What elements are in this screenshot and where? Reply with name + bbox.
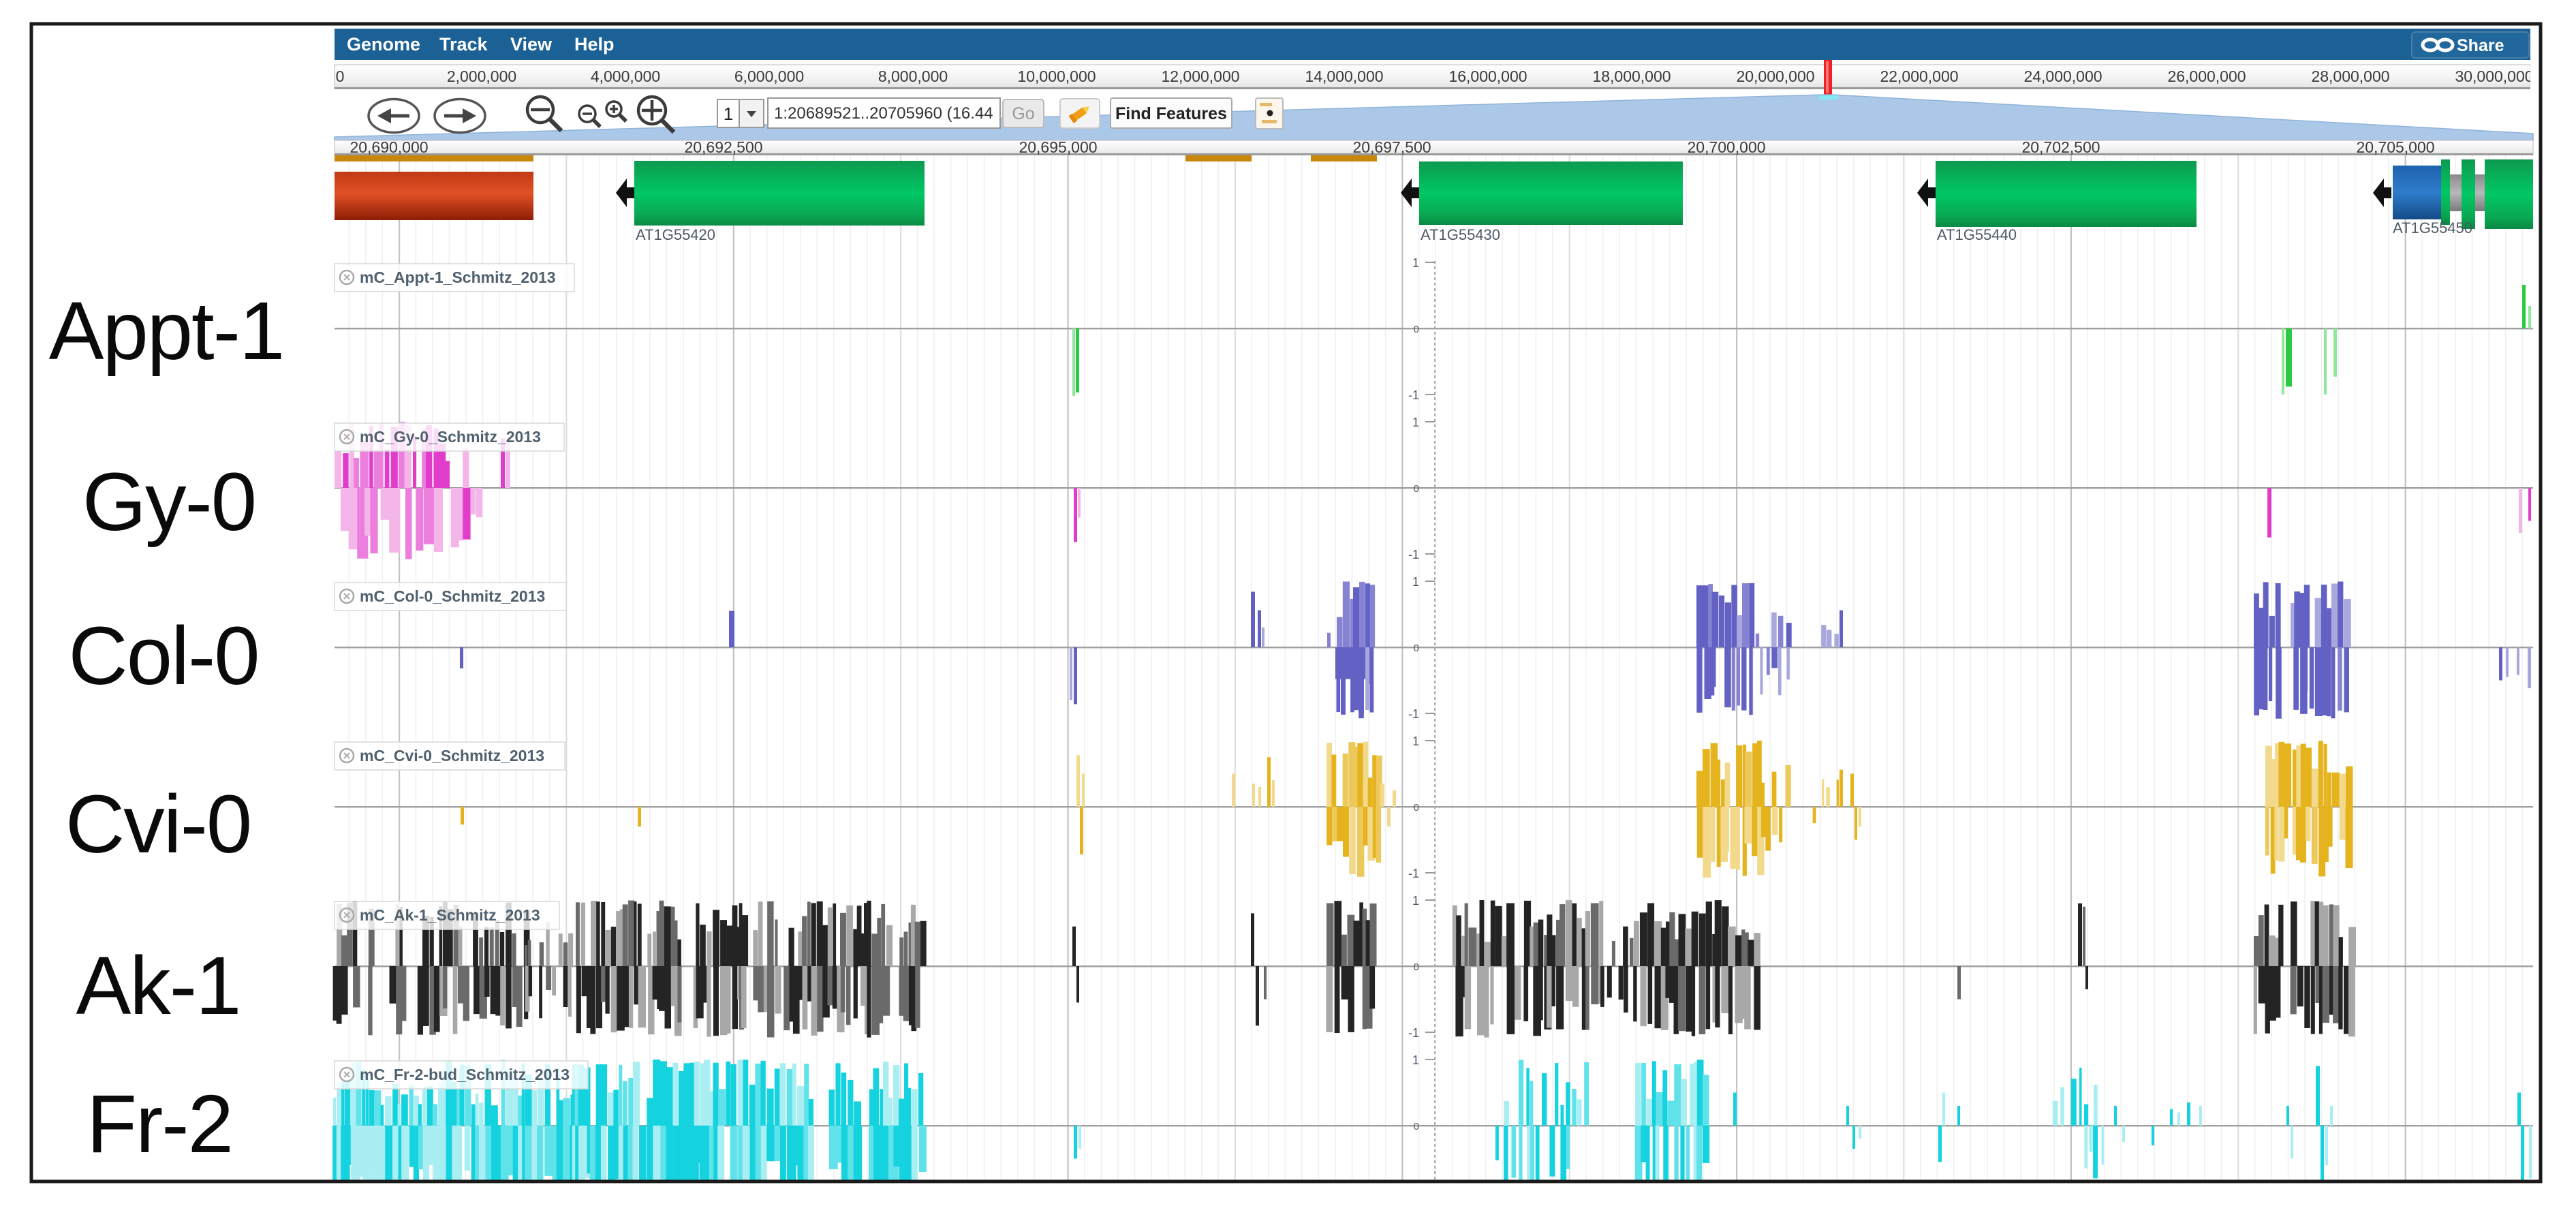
svg-text:AT1G55420: AT1G55420 bbox=[636, 226, 715, 243]
svg-text:10,000,000: 10,000,000 bbox=[1017, 67, 1096, 85]
svg-text:8,000,000: 8,000,000 bbox=[878, 67, 948, 85]
svg-text:Appt-1: Appt-1 bbox=[49, 284, 284, 377]
svg-text:-1: -1 bbox=[1408, 548, 1419, 561]
svg-text:Track: Track bbox=[439, 34, 488, 55]
svg-text:0: 0 bbox=[1414, 643, 1419, 654]
svg-text:Share: Share bbox=[2457, 36, 2504, 55]
svg-text:Col-0: Col-0 bbox=[68, 609, 258, 702]
svg-text:Ak-1: Ak-1 bbox=[76, 939, 240, 1032]
svg-text:mC_Appt-1_Schmitz_2013: mC_Appt-1_Schmitz_2013 bbox=[360, 268, 556, 286]
svg-text:20,697,500: 20,697,500 bbox=[1352, 138, 1431, 156]
svg-text:1: 1 bbox=[724, 104, 733, 124]
svg-text:Fr-2: Fr-2 bbox=[87, 1077, 232, 1170]
svg-text:20,702,500: 20,702,500 bbox=[2021, 138, 2100, 156]
svg-text:22,000,000: 22,000,000 bbox=[1880, 67, 1958, 85]
svg-text:28,000,000: 28,000,000 bbox=[2311, 67, 2389, 85]
svg-text:24,000,000: 24,000,000 bbox=[2023, 67, 2102, 85]
svg-text:mC_Col-0_Schmitz_2013: mC_Col-0_Schmitz_2013 bbox=[360, 587, 545, 605]
svg-text:-1: -1 bbox=[1408, 388, 1419, 402]
svg-text:1: 1 bbox=[1412, 256, 1419, 270]
svg-text:14,000,000: 14,000,000 bbox=[1305, 67, 1383, 85]
svg-text:Genome: Genome bbox=[347, 34, 420, 55]
svg-text:20,000,000: 20,000,000 bbox=[1736, 67, 1814, 85]
svg-text:AT1G55440: AT1G55440 bbox=[1937, 226, 2017, 243]
svg-text:AT1G55430: AT1G55430 bbox=[1421, 226, 1500, 243]
svg-text:6,000,000: 6,000,000 bbox=[734, 67, 804, 85]
svg-text:0: 0 bbox=[1414, 961, 1419, 973]
svg-text:16,000,000: 16,000,000 bbox=[1448, 67, 1527, 85]
svg-text:2,000,000: 2,000,000 bbox=[447, 67, 516, 85]
svg-text:0: 0 bbox=[1414, 802, 1419, 814]
svg-text:26,000,000: 26,000,000 bbox=[2167, 67, 2246, 85]
svg-text:Find Features: Find Features bbox=[1115, 104, 1227, 123]
svg-text:20,692,500: 20,692,500 bbox=[684, 138, 762, 156]
svg-text:20,690,000: 20,690,000 bbox=[350, 138, 428, 156]
svg-text:AT1G55450: AT1G55450 bbox=[2393, 219, 2472, 236]
svg-text:mC_Gy-0_Schmitz_2013: mC_Gy-0_Schmitz_2013 bbox=[360, 428, 541, 446]
svg-text:Go: Go bbox=[1012, 104, 1034, 123]
svg-text:0: 0 bbox=[336, 67, 345, 85]
svg-text:-1: -1 bbox=[1408, 707, 1419, 721]
svg-text:Gy-0: Gy-0 bbox=[82, 455, 255, 548]
svg-text:20,695,000: 20,695,000 bbox=[1019, 138, 1097, 156]
svg-text:18,000,000: 18,000,000 bbox=[1592, 67, 1671, 85]
svg-text:Help: Help bbox=[574, 34, 615, 55]
svg-text:20,705,000: 20,705,000 bbox=[2356, 138, 2434, 156]
svg-text:-1: -1 bbox=[1408, 867, 1419, 880]
svg-text:1: 1 bbox=[1412, 416, 1419, 429]
svg-text:mC_Fr-2-bud_Schmitz_2013: mC_Fr-2-bud_Schmitz_2013 bbox=[360, 1066, 570, 1083]
svg-text:mC_Cvi-0_Schmitz_2013: mC_Cvi-0_Schmitz_2013 bbox=[360, 747, 544, 764]
svg-text:1:20689521..20705960 (16.44: 1:20689521..20705960 (16.44 bbox=[774, 104, 993, 123]
svg-text:4,000,000: 4,000,000 bbox=[591, 67, 660, 85]
svg-text:1: 1 bbox=[1412, 894, 1419, 908]
svg-text:1: 1 bbox=[1412, 575, 1419, 589]
svg-text:1: 1 bbox=[1412, 735, 1419, 748]
svg-text:View: View bbox=[510, 34, 553, 55]
svg-text:20,700,000: 20,700,000 bbox=[1687, 138, 1765, 156]
svg-text:0: 0 bbox=[1414, 324, 1419, 335]
svg-text:0: 0 bbox=[1414, 1121, 1419, 1132]
svg-text:1: 1 bbox=[1412, 1053, 1419, 1067]
svg-text:30,000,000: 30,000,000 bbox=[2455, 67, 2533, 85]
svg-text:0: 0 bbox=[1414, 483, 1419, 495]
svg-text:mC_Ak-1_Schmitz_2013: mC_Ak-1_Schmitz_2013 bbox=[360, 906, 540, 924]
svg-text:12,000,000: 12,000,000 bbox=[1161, 67, 1239, 85]
svg-text:Cvi-0: Cvi-0 bbox=[65, 777, 251, 870]
svg-text:-1: -1 bbox=[1408, 1026, 1419, 1040]
